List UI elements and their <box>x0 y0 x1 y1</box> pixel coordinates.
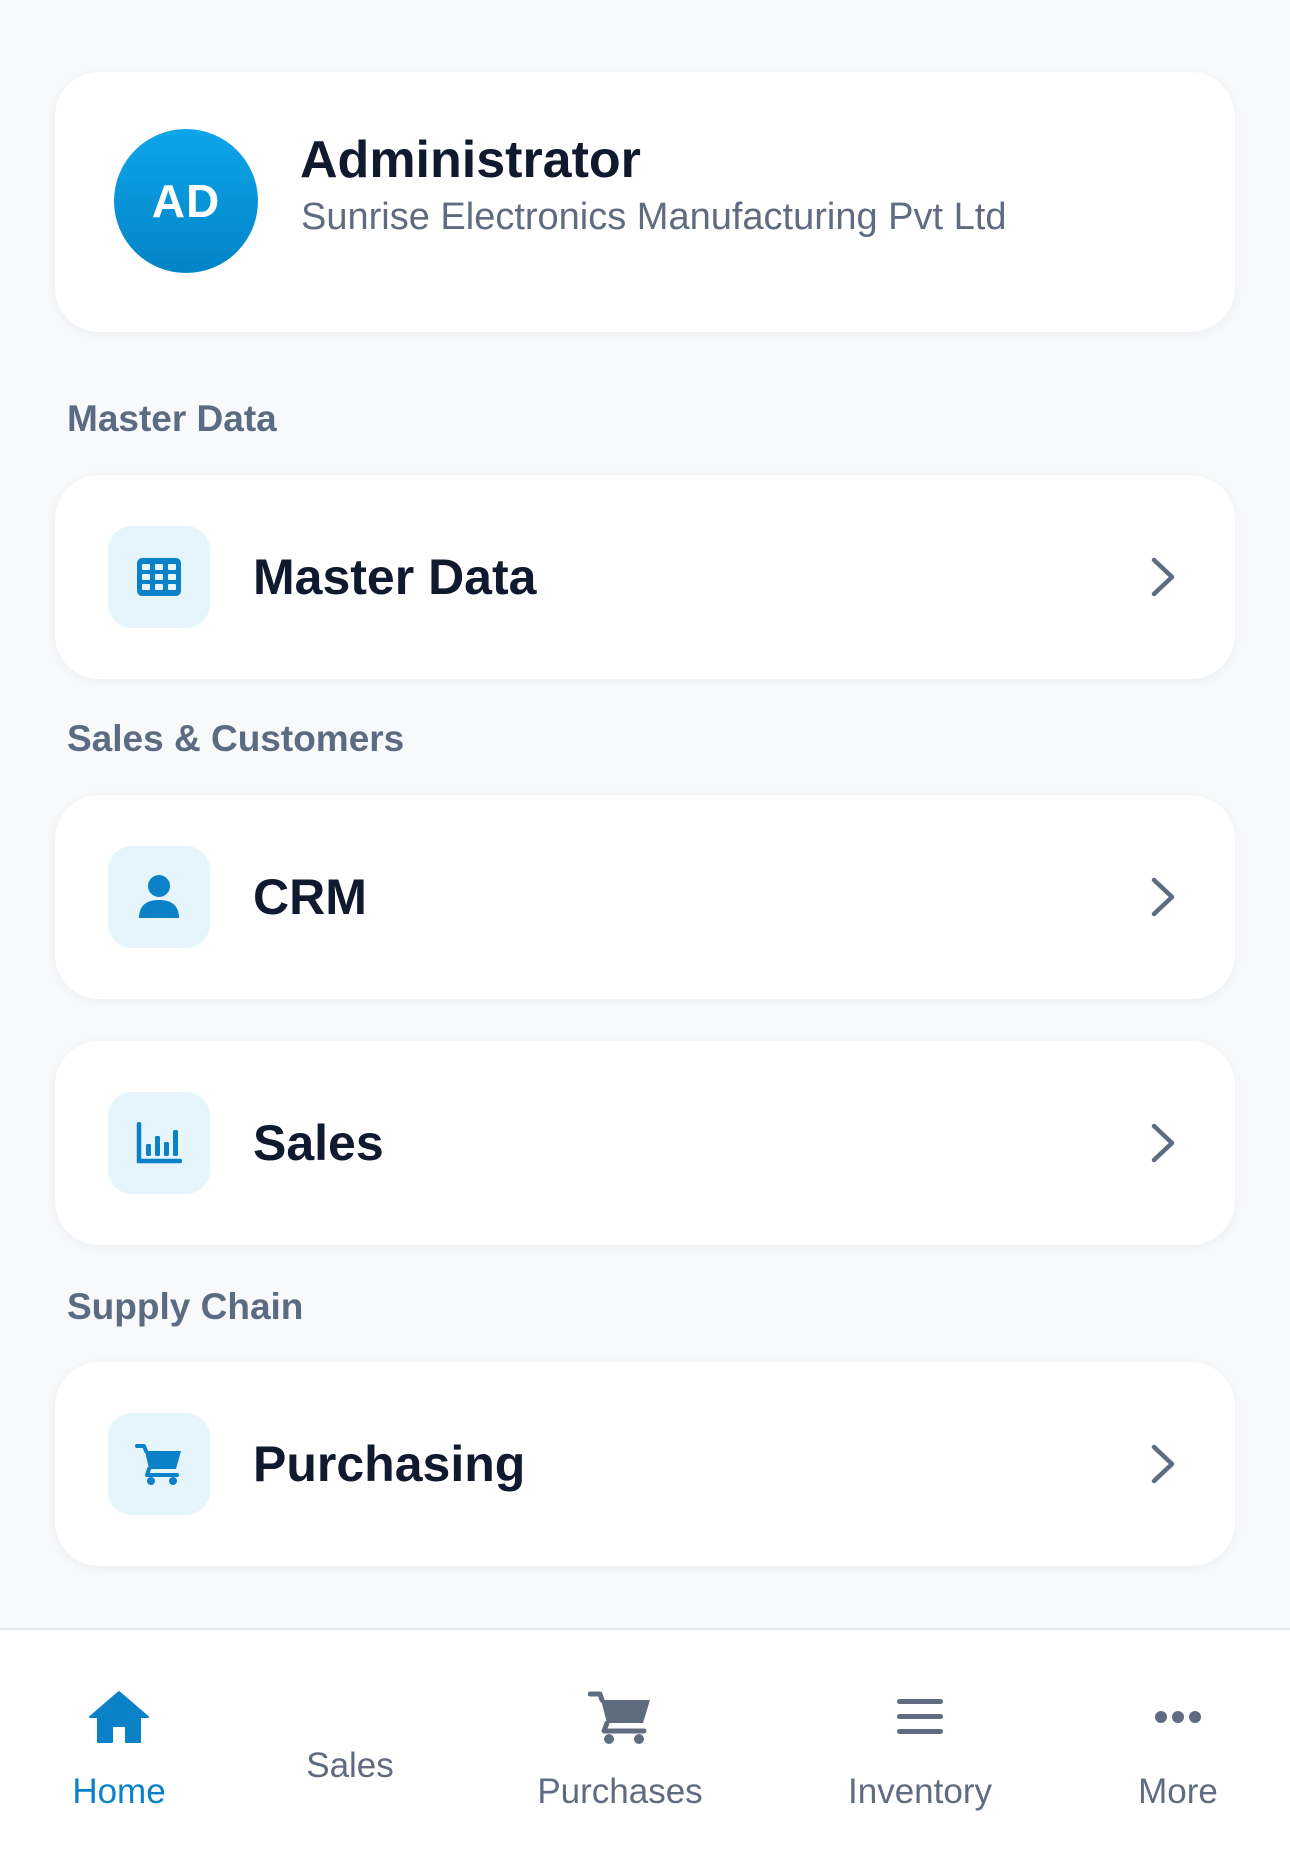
nav-purchases[interactable]: Purchases <box>530 1630 710 1856</box>
nav-label: Home <box>72 1772 166 1811</box>
nav-label: More <box>1138 1772 1218 1811</box>
nav-label: Sales <box>306 1746 394 1785</box>
chevron-right-icon <box>1139 553 1187 601</box>
module-label: Purchasing <box>253 1436 526 1492</box>
module-label: Master Data <box>253 549 537 605</box>
nav-home[interactable]: Home <box>60 1630 178 1856</box>
nav-label: Inventory <box>848 1772 992 1811</box>
chevron-right-icon <box>1139 1119 1187 1167</box>
chevron-right-icon <box>1139 1440 1187 1488</box>
avatar: AD <box>114 129 258 273</box>
module-label: Sales <box>253 1115 384 1171</box>
module-item-master-data[interactable]: Master Data <box>55 475 1235 679</box>
avatar-initials: AD <box>151 175 221 227</box>
bar-chart-icon <box>108 1092 210 1194</box>
module-item-purchasing[interactable]: Purchasing <box>55 1362 1235 1566</box>
menu-content: AD Administrator Sunrise Electronics Man… <box>0 0 1290 1628</box>
user-icon <box>108 846 210 948</box>
module-item-crm[interactable]: CRM <box>55 795 1235 999</box>
more-icon <box>1143 1687 1213 1747</box>
section-title-supply-chain: Supply Chain <box>67 1286 304 1327</box>
home-icon <box>84 1687 154 1747</box>
module-item-sales[interactable]: Sales <box>55 1041 1235 1245</box>
nav-inventory[interactable]: Inventory <box>832 1630 1008 1856</box>
grid-icon <box>108 526 210 628</box>
nav-sales[interactable]: Sales <box>290 1630 410 1856</box>
cart-icon <box>585 1687 655 1747</box>
nav-label: Purchases <box>537 1772 703 1811</box>
menu-icon <box>885 1687 955 1747</box>
chevron-right-icon <box>1139 873 1187 921</box>
section-title-master-data: Master Data <box>67 398 277 439</box>
bottom-nav: Home Sales Purchases Inventory More <box>0 1628 1290 1856</box>
module-label: CRM <box>253 869 367 925</box>
user-name: Administrator <box>300 131 641 189</box>
nav-more[interactable]: More <box>1125 1630 1231 1856</box>
company-name: Sunrise Electronics Manufacturing Pvt Lt… <box>301 196 1007 238</box>
profile-card[interactable]: AD Administrator Sunrise Electronics Man… <box>55 72 1235 332</box>
section-title-sales-customers: Sales & Customers <box>67 718 405 759</box>
cart-icon <box>108 1413 210 1515</box>
